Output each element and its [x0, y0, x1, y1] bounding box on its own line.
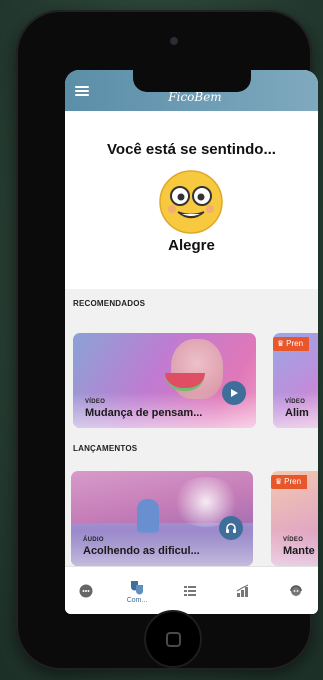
list-icon — [184, 586, 196, 596]
recommended-card-mudanca[interactable]: VÍDEO Mudança de pensam... — [73, 333, 256, 428]
camera-icon — [170, 37, 178, 45]
card-title: Acolhendo as dificul... — [83, 545, 200, 557]
card-title: Mudança de pensam... — [85, 407, 203, 419]
section-title-recommended: RECOMENDADOS — [73, 299, 146, 308]
card-type-label: ÁUDIO — [83, 537, 104, 543]
card-title: Mante — [283, 545, 315, 557]
hamburger-menu-icon[interactable] — [75, 86, 89, 96]
card-image-person — [137, 499, 159, 533]
launches-section: LANÇAMENTOS ÁUDIO Acolhendo as dificul..… — [65, 444, 318, 566]
theater-masks-icon — [131, 580, 143, 594]
headset-icon — [290, 585, 302, 596]
card-type-label: VÍDEO — [85, 399, 106, 405]
phone-notch — [133, 70, 251, 92]
crown-icon: ♛ — [275, 477, 283, 486]
chat-icon — [79, 584, 93, 598]
card-type-label: VÍDEO — [285, 399, 306, 405]
premium-badge: ♛ Pren — [273, 337, 310, 351]
app-logo: FicoBem — [168, 90, 222, 104]
flushed-smiley-icon[interactable] — [158, 169, 224, 235]
launch-card-mante[interactable]: ♛ Pren VÍDEO Mante — [271, 471, 318, 566]
nav-item-progress[interactable] — [223, 567, 263, 614]
section-title-launches: LANÇAMENTOS — [73, 444, 138, 453]
nav-item-community[interactable]: Com... — [117, 567, 157, 614]
recommended-section: RECOMENDADOS VÍDEO Mudança de pensam... … — [65, 289, 318, 445]
premium-badge: ♛ Pren — [271, 475, 308, 489]
mood-question: Você está se sentindo... — [107, 141, 276, 158]
launch-card-acolhendo[interactable]: ÁUDIO Acolhendo as dificul... — [71, 471, 253, 566]
crown-icon: ♛ — [277, 339, 285, 348]
phone-frame: FicoBem Você está se sentindo... Alegre … — [16, 10, 318, 670]
bottom-navigation: Com... — [65, 566, 318, 614]
mood-value: Alegre — [168, 237, 215, 254]
nav-item-support[interactable] — [276, 567, 316, 614]
nav-label: Com... — [126, 596, 148, 604]
card-title: Alim — [285, 407, 309, 419]
home-button[interactable] — [144, 610, 202, 668]
app-screen: FicoBem Você está se sentindo... Alegre … — [65, 70, 318, 614]
recommended-card-alim[interactable]: ♛ Pren VÍDEO Alim — [273, 333, 318, 428]
chart-icon — [236, 584, 249, 597]
main-content: Você está se sentindo... Alegre RECOMEND… — [65, 111, 318, 566]
headphones-icon[interactable] — [219, 516, 243, 540]
play-icon[interactable] — [222, 381, 246, 405]
nav-item-chat[interactable] — [66, 567, 106, 614]
nav-item-list[interactable] — [170, 567, 210, 614]
card-type-label: VÍDEO — [283, 537, 304, 543]
